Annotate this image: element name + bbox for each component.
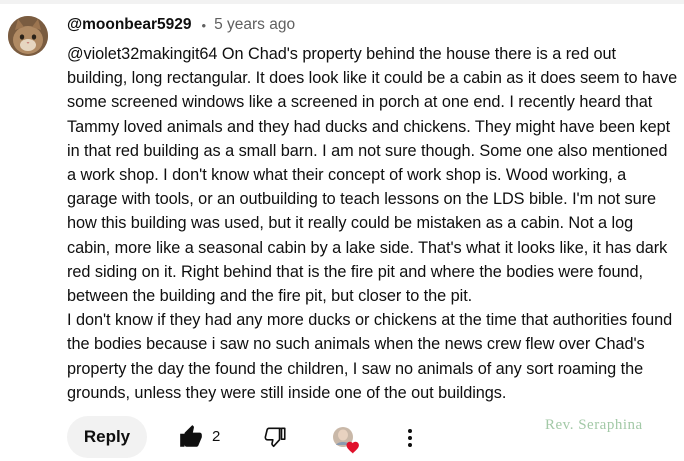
thumbs-down-outline-icon: [264, 427, 286, 448]
author-avatar[interactable]: [8, 16, 48, 56]
author-name[interactable]: @moonbear5929: [67, 16, 192, 34]
creator-heart-icon: [333, 427, 359, 454]
header-separator: •: [201, 17, 207, 33]
thumbs-up-filled-icon: [180, 425, 202, 447]
top-divider: [0, 0, 684, 4]
comment-timestamp[interactable]: 5 years ago: [214, 16, 295, 34]
like-button[interactable]: [178, 424, 204, 450]
dislike-button[interactable]: [262, 424, 288, 450]
cat-avatar-image: [8, 16, 48, 56]
reply-button[interactable]: Reply: [67, 416, 147, 458]
creator-heart: [332, 426, 362, 456]
more-vertical-icon: [408, 429, 412, 447]
like-count: 2: [212, 428, 221, 445]
watermark-text: Rev. Seraphina: [545, 417, 643, 433]
comment-header: @moonbear5929 • 5 years ago: [67, 14, 295, 36]
comment-text: @violet32makingit64 On Chad's property b…: [67, 45, 678, 402]
more-actions-button[interactable]: [400, 426, 420, 452]
